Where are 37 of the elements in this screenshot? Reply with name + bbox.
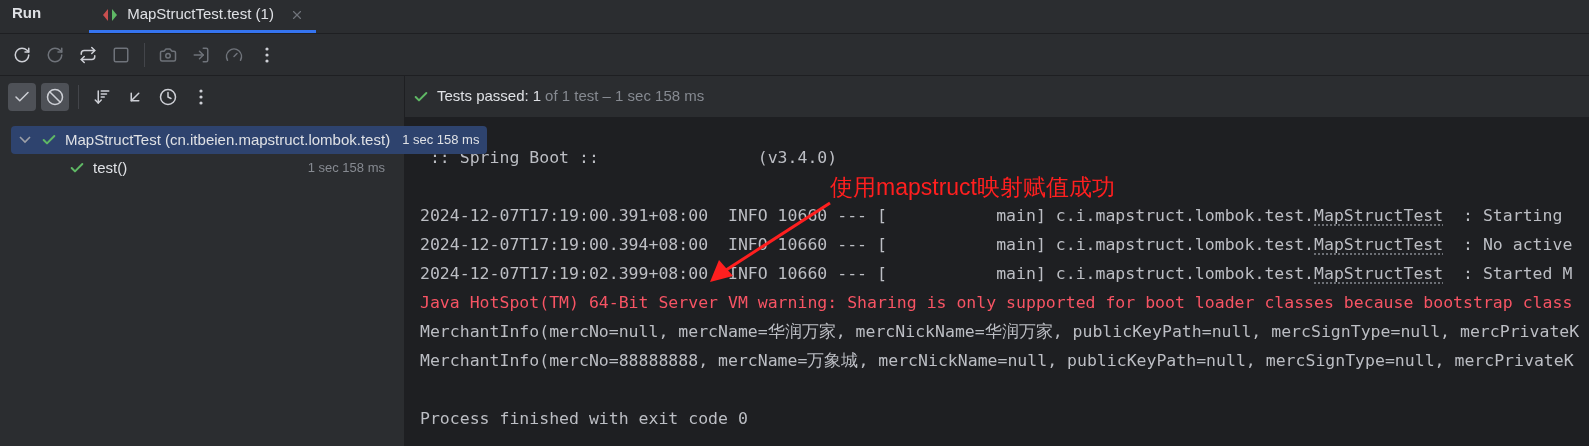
status-label: Tests passed: xyxy=(437,86,529,107)
log-text: 2024-12-07T17:19:02.399+08:00 INFO 10660 --- [ main] c.i.mapstruct.lombok.test. xyxy=(420,263,1315,286)
console-line: Process finished with exit code 0 xyxy=(420,408,748,431)
repeat-icon xyxy=(79,45,97,64)
clock-icon xyxy=(159,88,177,106)
test-tree-row[interactable]: test() 1 sec 158 ms xyxy=(11,154,393,182)
log-message: : Starting xyxy=(1462,205,1563,228)
console-line: MerchantInfo(mercNo=88888888, mercName=万象城, mercNickName=null, publicKeyPath=null, mercSignType=null, mercPrivateK xyxy=(420,350,1574,373)
run-tab[interactable]: MapStructTest.test (1) xyxy=(89,0,316,33)
status-detail: of 1 test – 1 sec 158 ms xyxy=(545,86,705,107)
test-duration: 1 sec 158 ms xyxy=(307,159,385,178)
class-link[interactable]: MapStructTest xyxy=(1314,233,1444,258)
class-link[interactable]: MapStructTest xyxy=(1314,262,1444,287)
ban-icon xyxy=(46,88,64,106)
test-name: MapStructTest (cn.itbeien.mapstruct.lombok.test) xyxy=(65,129,391,150)
ban-button[interactable] xyxy=(41,83,69,111)
rerun-icon xyxy=(13,45,31,64)
warning-line: Java HotSpot(TM) 64-Bit Server VM warning: Sharing is only supported for boot loader classes because bootstrap class xyxy=(420,292,1573,315)
camera-icon xyxy=(159,45,177,64)
console-line: MerchantInfo(mercNo=null, mercName=华润万家, mercNickName=华润万家, publicKeyPath=null, mercSignType=null, mercPrivateK xyxy=(420,321,1580,344)
tab-label: MapStructTest.test (1) xyxy=(127,4,274,25)
sort-icon xyxy=(93,88,111,106)
more-icon xyxy=(265,46,269,63)
log-message: : No active xyxy=(1462,234,1573,257)
gauge-icon xyxy=(225,45,243,64)
test-tree-row[interactable]: MapStructTest (cn.itbeien.mapstruct.lombok.test) 1 sec 158 ms xyxy=(11,126,488,154)
log-message: : Started M xyxy=(1462,263,1573,286)
status-count: 1 xyxy=(532,86,542,107)
check-button[interactable] xyxy=(8,83,36,111)
import-icon xyxy=(192,45,210,64)
rerun-icon xyxy=(46,45,64,64)
panel-title: Run xyxy=(11,2,43,23)
stop-icon xyxy=(112,45,130,64)
more-icon xyxy=(199,89,203,105)
class-link[interactable]: MapStructTest xyxy=(1314,204,1444,229)
test-duration: 1 sec 158 ms xyxy=(402,131,480,150)
test-name: test() xyxy=(93,157,128,178)
